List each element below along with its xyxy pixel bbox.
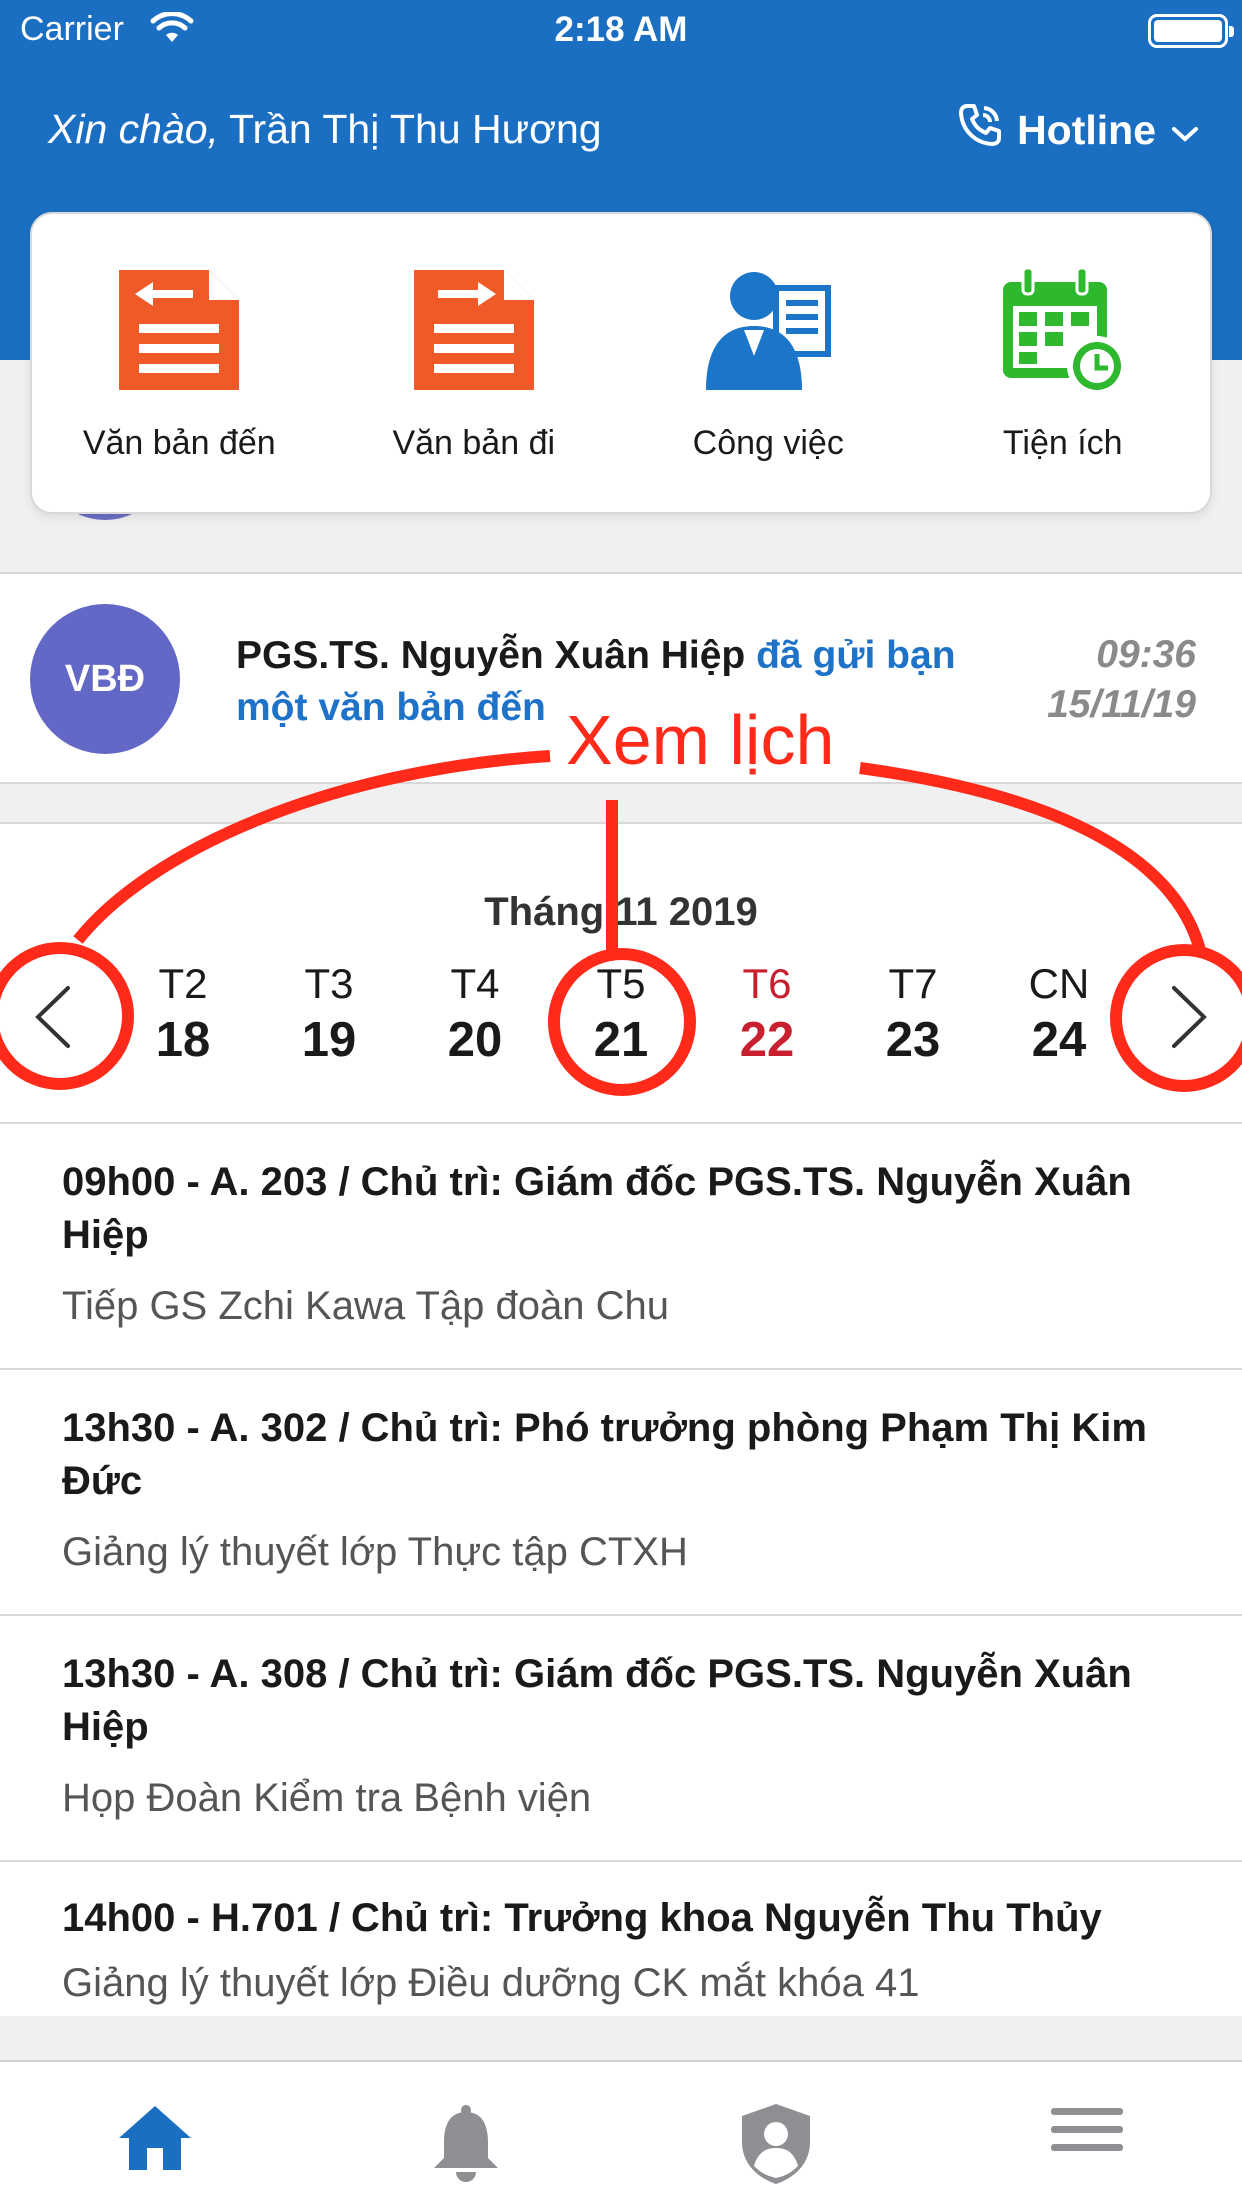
calendar-day[interactable]: T3 19 (256, 960, 402, 1068)
hotline-button[interactable]: Hotline (957, 102, 1200, 158)
quick-action-label: Văn bản đi (392, 424, 556, 462)
calendar-month: Tháng 11 2019 (484, 890, 758, 934)
phone-icon (957, 102, 1003, 158)
calendar-day[interactable]: T4 20 (402, 960, 548, 1068)
event-item[interactable]: 13h30 - A. 302 / Chủ trì: Phó trưởng phò… (0, 1370, 1242, 1616)
quick-action-label: Văn bản đến (82, 424, 276, 462)
tab-home[interactable] (0, 2062, 311, 2208)
incoming-document-icon (109, 260, 249, 400)
event-title: 13h30 - A. 308 / Chủ trì: Giám đốc PGS.T… (62, 1652, 1132, 1749)
event-item[interactable]: 13h30 - A. 308 / Chủ trì: Giám đốc PGS.T… (0, 1616, 1242, 1862)
day-number: 24 (1031, 1013, 1087, 1067)
tab-menu[interactable] (932, 2062, 1242, 2208)
day-of-week: T2 (158, 960, 208, 1007)
calendar-day[interactable]: T5 21 (548, 960, 694, 1068)
quick-action-utilities[interactable]: Tiện ích (916, 214, 1211, 512)
day-of-week: CN (1028, 960, 1090, 1007)
week-calendar: Tháng 11 2019 T2 18 T3 19 T4 20 T5 21 T6 22 T… (0, 822, 1242, 1124)
day-number: 22 (739, 1013, 795, 1067)
event-description: Giảng lý thuyết lớp Thực tập CTXH (62, 1530, 688, 1574)
chevron-left-icon[interactable] (24, 982, 84, 1057)
quick-action-label: Tiện ích (1002, 424, 1123, 462)
bell-icon (426, 2102, 506, 2208)
greeting: Xin chào, Trần Thị Thu Hương (48, 106, 602, 153)
event-title: 13h30 - A. 302 / Chủ trì: Phó trưởng phò… (62, 1406, 1147, 1503)
calendar-day[interactable]: T7 23 (840, 960, 986, 1068)
calendar-clock-icon (993, 260, 1133, 400)
day-number: 18 (155, 1013, 211, 1067)
tab-bar (0, 2060, 1242, 2208)
quick-action-label: Công việc (692, 424, 844, 462)
battery-icon (1148, 14, 1234, 48)
event-item[interactable]: 09h00 - A. 203 / Chủ trì: Giám đốc PGS.T… (0, 1124, 1242, 1370)
annotation-label: Xem lịch (566, 701, 835, 779)
day-number: 23 (885, 1013, 941, 1067)
status-bar: Carrier 2:18 AM (0, 0, 1242, 62)
event-description: Tiếp GS Zchi Kawa Tập đoàn Chu (62, 1284, 669, 1328)
quick-action-tasks[interactable]: Công việc (621, 214, 916, 512)
calendar-day[interactable]: CN 24 (986, 960, 1132, 1068)
quick-action-outgoing-documents[interactable]: Văn bản đi (327, 214, 622, 512)
event-item[interactable]: 14h00 - H.701 / Chủ trì: Trưởng khoa Ngu… (0, 1862, 1242, 2016)
calendar-days: T2 18 T3 19 T4 20 T5 21 T6 22 T7 23 CN 24 (110, 960, 1132, 1068)
tab-notifications[interactable] (311, 2062, 622, 2208)
event-description: Giảng lý thuyết lớp Điều dưỡng CK mắt kh… (62, 1961, 920, 2005)
day-of-week: T6 (742, 960, 792, 1007)
event-title: 14h00 - H.701 / Chủ trì: Trưởng khoa Ngu… (62, 1896, 1102, 1940)
event-list: 09h00 - A. 203 / Chủ trì: Giám đốc PGS.T… (0, 1124, 1242, 2016)
day-of-week: T4 (450, 960, 500, 1007)
notification-time: 09:36 (1096, 633, 1196, 676)
day-number: 20 (447, 1013, 503, 1067)
notification-date: 15/11/19 (1047, 683, 1196, 726)
calendar-day[interactable]: T2 18 (110, 960, 256, 1068)
day-of-week: T3 (304, 960, 354, 1007)
chevron-right-icon[interactable] (1158, 982, 1218, 1057)
hotline-label: Hotline (1017, 106, 1156, 153)
greeting-prefix: Xin chào, (48, 106, 219, 152)
notification-avatar: VBĐ (30, 604, 180, 754)
shield-user-icon (738, 2102, 814, 2208)
clock: 2:18 AM (554, 10, 688, 49)
user-name: Trần Thị Thu Hương (228, 106, 602, 152)
event-description: Họp Đoàn Kiểm tra Bệnh viện (62, 1776, 592, 1820)
chevron-down-icon (1170, 107, 1200, 154)
notification-sender: PGS.TS. Nguyễn Xuân Hiệp (236, 634, 746, 677)
event-title: 09h00 - A. 203 / Chủ trì: Giám đốc PGS.T… (62, 1160, 1132, 1257)
home-icon (115, 2102, 195, 2208)
task-user-icon (698, 260, 838, 400)
menu-icon (1049, 2102, 1125, 2208)
quick-actions-card: Văn bản đến Văn bản đi Công việc Tiện íc… (30, 212, 1212, 514)
notification-timestamp: 09:36 15/11/19 (1047, 630, 1196, 730)
day-of-week: T7 (888, 960, 938, 1007)
day-number: 19 (301, 1013, 357, 1067)
outgoing-document-icon (404, 260, 544, 400)
day-of-week: T5 (596, 960, 646, 1007)
quick-action-incoming-documents[interactable]: Văn bản đến (32, 214, 327, 512)
day-number: 21 (593, 1013, 649, 1067)
calendar-day-today[interactable]: T6 22 (694, 960, 840, 1068)
tab-profile[interactable] (621, 2062, 932, 2208)
